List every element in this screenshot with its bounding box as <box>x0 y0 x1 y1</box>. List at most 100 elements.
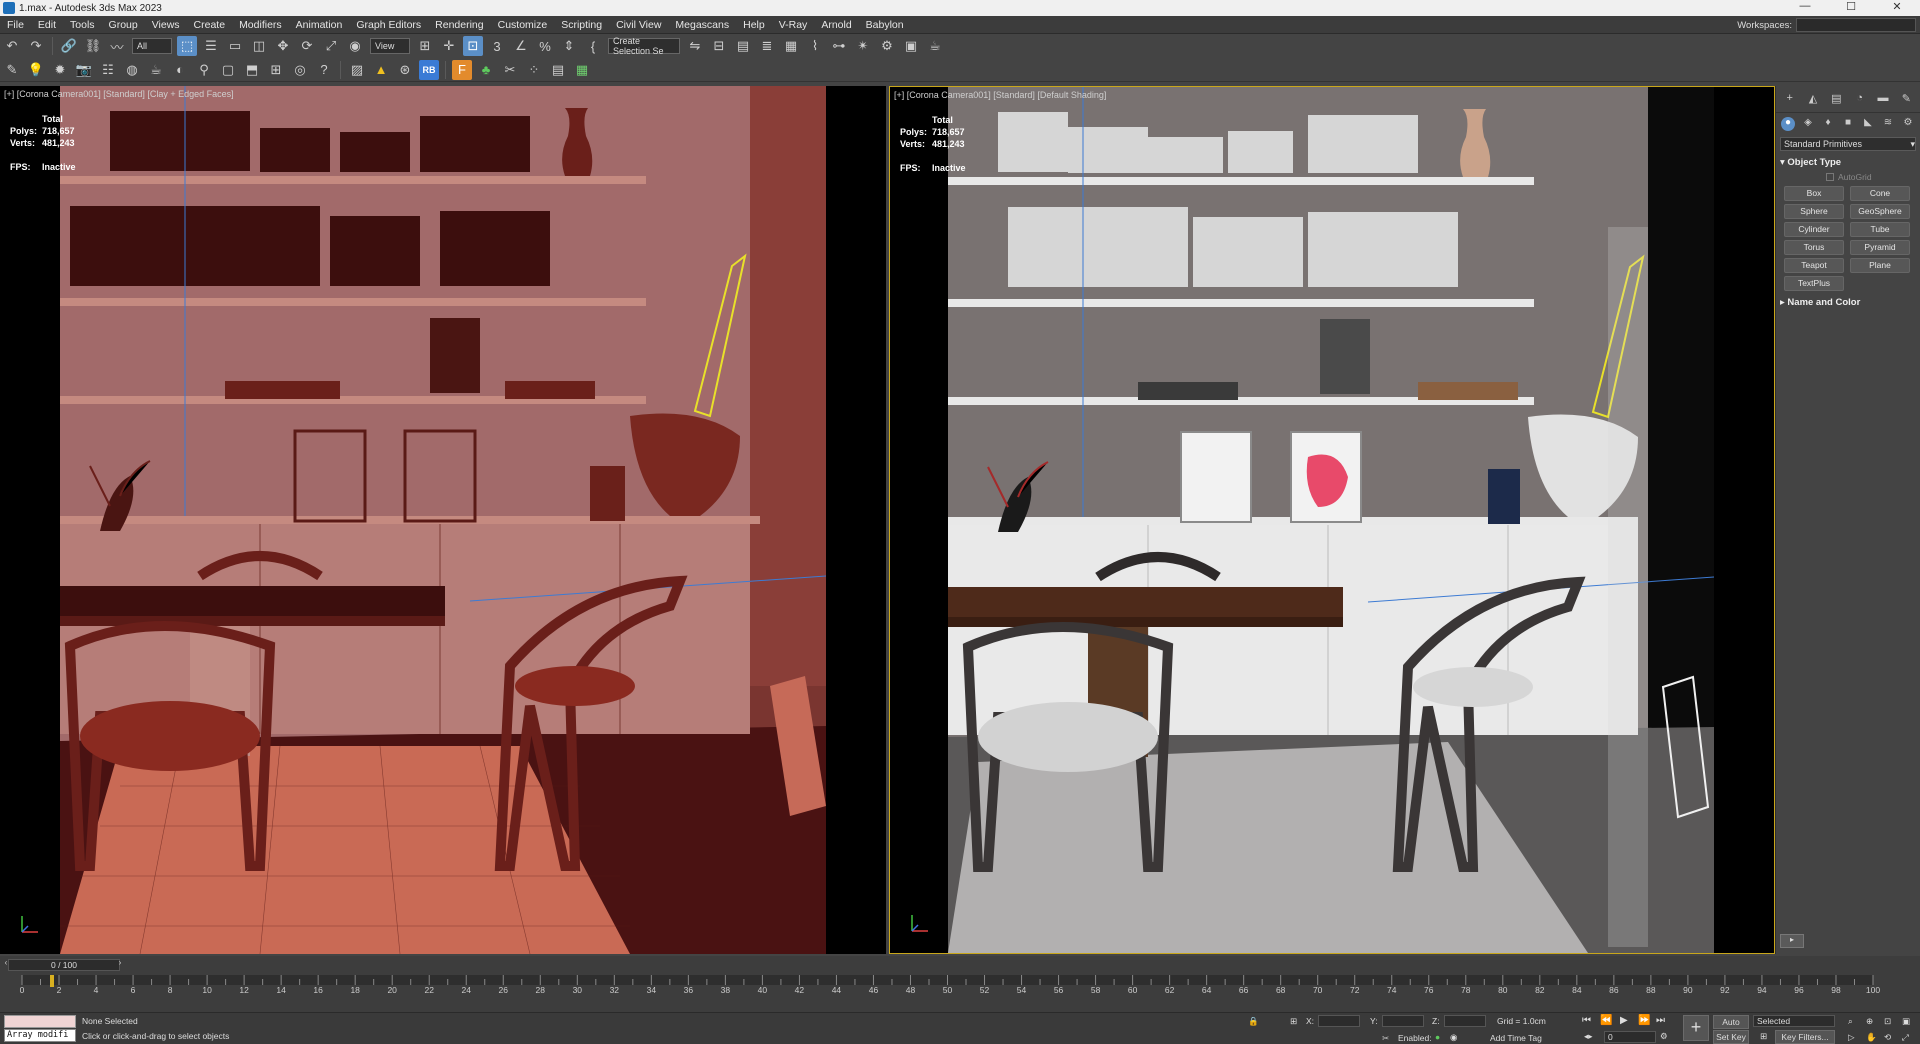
zoom-icon[interactable]: ⌕ <box>1848 1016 1853 1027</box>
go-to-start-icon[interactable]: ⏮ <box>1582 1015 1591 1026</box>
menu-megascans[interactable]: Megascans <box>668 19 736 31</box>
play-icon[interactable]: ▶ <box>1620 1015 1628 1026</box>
sun-icon[interactable]: ✹ <box>50 60 70 80</box>
lights-icon[interactable]: 💡 <box>26 60 46 80</box>
systems-icon[interactable]: ⚙ <box>1901 117 1915 131</box>
table-icon[interactable]: ▤ <box>548 60 568 80</box>
tools-icon[interactable]: ✂ <box>500 60 520 80</box>
menu-group[interactable]: Group <box>102 19 145 31</box>
lock-selection-icon[interactable]: 🔒 <box>1248 1016 1259 1027</box>
menu-rendering[interactable]: Rendering <box>428 19 490 31</box>
render-setup-icon[interactable]: ⚙ <box>877 36 897 56</box>
maximize-viewport-icon[interactable]: ⤢ <box>1902 1032 1909 1043</box>
scale-icon[interactable]: ⤢ <box>321 36 341 56</box>
display-tab-icon[interactable]: ▬ <box>1876 92 1890 106</box>
rotate-icon[interactable]: ⟳ <box>297 36 317 56</box>
keyboard-shortcut-override-icon[interactable]: ⊡ <box>463 36 483 56</box>
menu-file[interactable]: File <box>0 19 31 31</box>
cameras-icon[interactable]: ■ <box>1841 117 1855 131</box>
render-region-icon[interactable]: ⬒ <box>242 60 262 80</box>
shapes-icon[interactable]: ◈ <box>1801 117 1815 131</box>
key-selection-dropdown[interactable]: Selected <box>1753 1015 1835 1027</box>
field-of-view-icon[interactable]: ▷ <box>1848 1032 1855 1043</box>
z-coordinate-field[interactable] <box>1444 1015 1486 1027</box>
globe-icon[interactable]: ◐ <box>170 60 190 80</box>
list-icon[interactable]: ☷ <box>98 60 118 80</box>
create-tab-icon[interactable]: + <box>1783 92 1797 106</box>
menu-arnold[interactable]: Arnold <box>814 19 858 31</box>
current-frame-field[interactable]: 0 <box>1604 1031 1656 1043</box>
maxscript-listener-swatch[interactable] <box>4 1015 76 1028</box>
current-frame-marker[interactable] <box>50 975 54 987</box>
align-icon[interactable]: ⊟ <box>709 36 729 56</box>
maxscript-mini-listener[interactable]: Array modifi <box>4 1029 76 1042</box>
menu-help[interactable]: Help <box>736 19 772 31</box>
select-manipulate-icon[interactable]: ✛ <box>439 36 459 56</box>
curve-editor-icon[interactable]: ⌇ <box>805 36 825 56</box>
maximize-button[interactable]: ☐ <box>1828 0 1874 13</box>
box-button[interactable]: Box <box>1784 186 1844 201</box>
selection-filter-dropdown[interactable]: All <box>132 38 172 54</box>
menu-babylon[interactable]: Babylon <box>859 19 911 31</box>
adaptive-degradation-icon[interactable]: ◉ <box>1450 1032 1457 1043</box>
window-crossing-icon[interactable]: ◫ <box>249 36 269 56</box>
track-bar[interactable]: 0 2 4 6 8 10 12 14 16 18 20 22 24 26 28 30 32 34 36 38 40 42 4… <box>0 975 1920 999</box>
menu-animation[interactable]: Animation <box>289 19 350 31</box>
layer-explorer-icon[interactable]: ≣ <box>757 36 777 56</box>
utilities-tab-icon[interactable]: ✎ <box>1899 92 1913 106</box>
zoom-extents-icon[interactable]: ⊡ <box>1884 1016 1891 1027</box>
transform-mode-icon[interactable]: ⊞ <box>1290 1016 1297 1027</box>
slider-right-arrow-icon[interactable]: › <box>116 955 124 969</box>
menu-vray[interactable]: V-Ray <box>772 19 815 31</box>
scatter-icon[interactable]: ⁘ <box>524 60 544 80</box>
textplus-button[interactable]: TextPlus <box>1784 276 1844 291</box>
reference-coordinate-dropdown[interactable]: View <box>370 38 410 54</box>
hierarchy-tab-icon[interactable]: ▤ <box>1829 92 1843 106</box>
select-by-name-icon[interactable]: ☰ <box>201 36 221 56</box>
gauge-icon[interactable]: ⊛ <box>395 60 415 80</box>
warning-icon[interactable]: ▲ <box>371 60 391 80</box>
image-icon[interactable]: ▨ <box>347 60 367 80</box>
next-frame-icon[interactable]: ⏩ <box>1638 1015 1650 1026</box>
auto-key-button[interactable]: Auto Key <box>1713 1015 1749 1039</box>
time-tag-icon[interactable]: ✂ <box>1382 1033 1389 1044</box>
viewport-label[interactable]: [+] [Corona Camera001] [Standard] [Defau… <box>894 90 1106 100</box>
eye-icon[interactable]: ◎ <box>290 60 310 80</box>
forest-pack-icon[interactable]: F <box>452 59 472 80</box>
space-warps-icon[interactable]: ≋ <box>1881 117 1895 131</box>
helpers-icon[interactable]: ◣ <box>1861 117 1875 131</box>
edit-named-selection-icon[interactable]: { <box>583 36 603 56</box>
tree-icon[interactable]: ♣ <box>476 60 496 80</box>
autogrid-checkbox[interactable]: AutoGrid <box>1826 172 1920 182</box>
enabled-indicator-icon[interactable]: ● <box>1435 1032 1440 1042</box>
rb-icon[interactable]: RB <box>419 59 439 80</box>
bulb-icon[interactable]: ⚲ <box>194 60 214 80</box>
menu-scripting[interactable]: Scripting <box>554 19 609 31</box>
lights-icon[interactable]: ♦ <box>1821 117 1835 131</box>
menu-tools[interactable]: Tools <box>63 19 102 31</box>
set-key-icon[interactable]: + <box>1683 1015 1709 1041</box>
place-icon[interactable]: ◉ <box>345 36 365 56</box>
minimize-button[interactable]: — <box>1782 0 1828 13</box>
pan-view-icon[interactable]: ✋ <box>1866 1032 1877 1043</box>
sphere-button[interactable]: Sphere <box>1784 204 1844 219</box>
key-mode-icon[interactable]: ◂▸ <box>1584 1031 1593 1042</box>
primitive-type-dropdown[interactable]: Standard Primitives ▾ <box>1780 137 1916 151</box>
teapot-icon[interactable]: ☕ <box>146 60 166 80</box>
torus-button[interactable]: Torus <box>1784 240 1844 255</box>
set-key-button[interactable]: Set Key <box>1713 1030 1749 1044</box>
pyramid-button[interactable]: Pyramid <box>1850 240 1910 255</box>
teapot-button[interactable]: Teapot <box>1784 258 1844 273</box>
menu-create[interactable]: Create <box>187 19 233 31</box>
viewport-label[interactable]: [+] [Corona Camera001] [Standard] [Clay … <box>4 89 234 99</box>
motion-tab-icon[interactable]: ◔ <box>1853 92 1867 106</box>
time-configuration-icon[interactable]: ⚙ <box>1660 1031 1668 1042</box>
rendered-frame-window-icon[interactable]: ▣ <box>901 36 921 56</box>
x-coordinate-field[interactable] <box>1318 1015 1360 1027</box>
pivot-center-icon[interactable]: ⊞ <box>415 36 435 56</box>
plane-button[interactable]: Plane <box>1850 258 1910 273</box>
sphere-icon[interactable]: ◍ <box>122 60 142 80</box>
tube-button[interactable]: Tube <box>1850 222 1910 237</box>
menu-modifiers[interactable]: Modifiers <box>232 19 289 31</box>
panel-scroll-arrow-icon[interactable]: ▸ <box>1780 934 1804 948</box>
